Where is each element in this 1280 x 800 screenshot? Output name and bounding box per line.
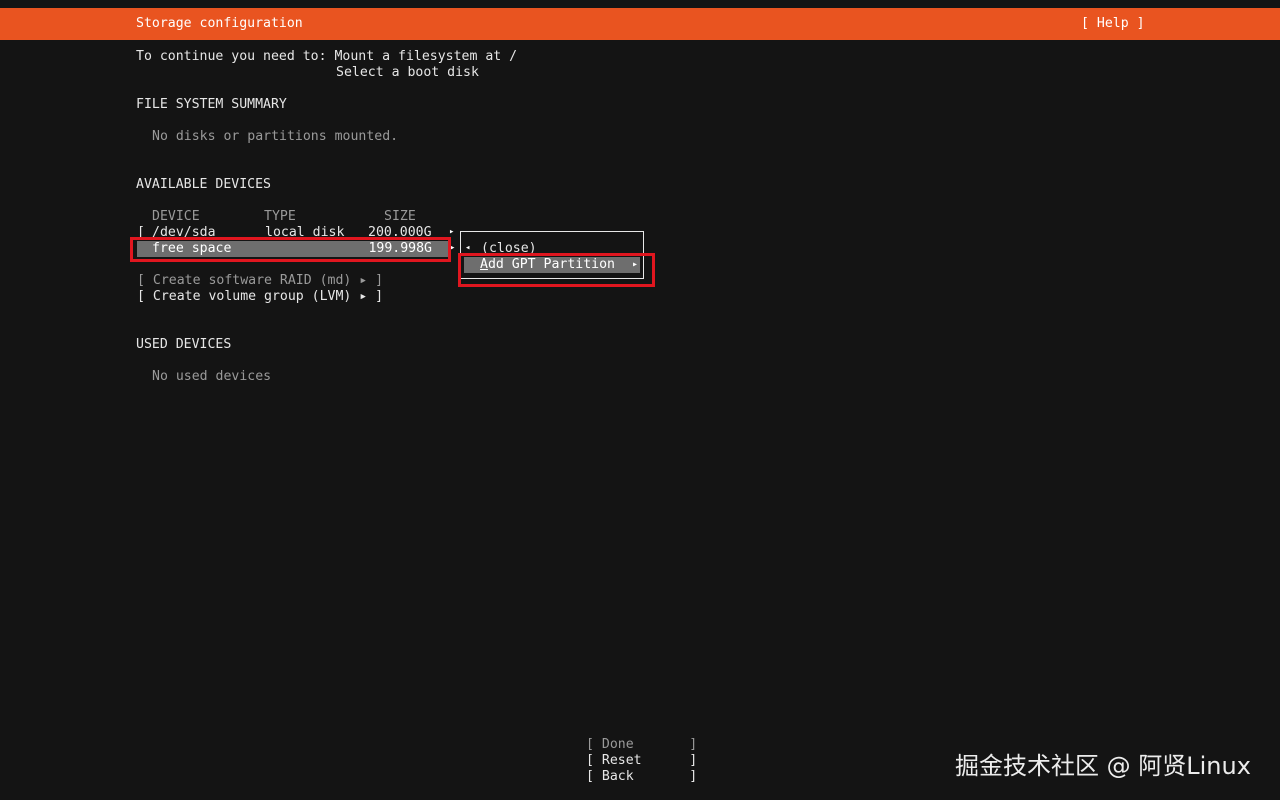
watermark-text: 掘金技术社区 @ 阿贤Linux: [955, 752, 1251, 780]
title-bar: Storage configuration [ Help ]: [0, 8, 1280, 40]
column-type: TYPE: [264, 209, 296, 224]
fs-summary-empty: No disks or partitions mounted.: [152, 129, 399, 144]
page-title: Storage configuration: [136, 16, 303, 31]
done-button[interactable]: [ Done ]: [586, 737, 697, 753]
used-devices-heading: USED DEVICES: [136, 337, 232, 352]
fs-summary-heading: FILE SYSTEM SUMMARY: [136, 97, 287, 112]
create-lvm-button[interactable]: [ Create volume group (LVM) ▸ ]: [137, 289, 383, 305]
add-gpt-highlight-box: [458, 253, 655, 287]
requirement-line-1: To continue you need to: Mount a filesys…: [136, 49, 518, 64]
requirement-line-2: Select a boot disk: [336, 65, 479, 80]
column-size: SIZE: [384, 209, 416, 224]
free-space-highlight-box: [130, 237, 451, 262]
create-raid-button[interactable]: [ Create software RAID (md) ▸ ]: [137, 273, 383, 289]
top-strip: [0, 0, 1280, 8]
available-devices-heading: AVAILABLE DEVICES: [136, 177, 271, 192]
reset-button[interactable]: [ Reset ]: [586, 753, 697, 769]
back-button[interactable]: [ Back ]: [586, 769, 697, 785]
column-device: DEVICE: [152, 209, 200, 224]
used-devices-empty: No used devices: [152, 369, 272, 384]
help-button[interactable]: [ Help ]: [1081, 16, 1145, 31]
